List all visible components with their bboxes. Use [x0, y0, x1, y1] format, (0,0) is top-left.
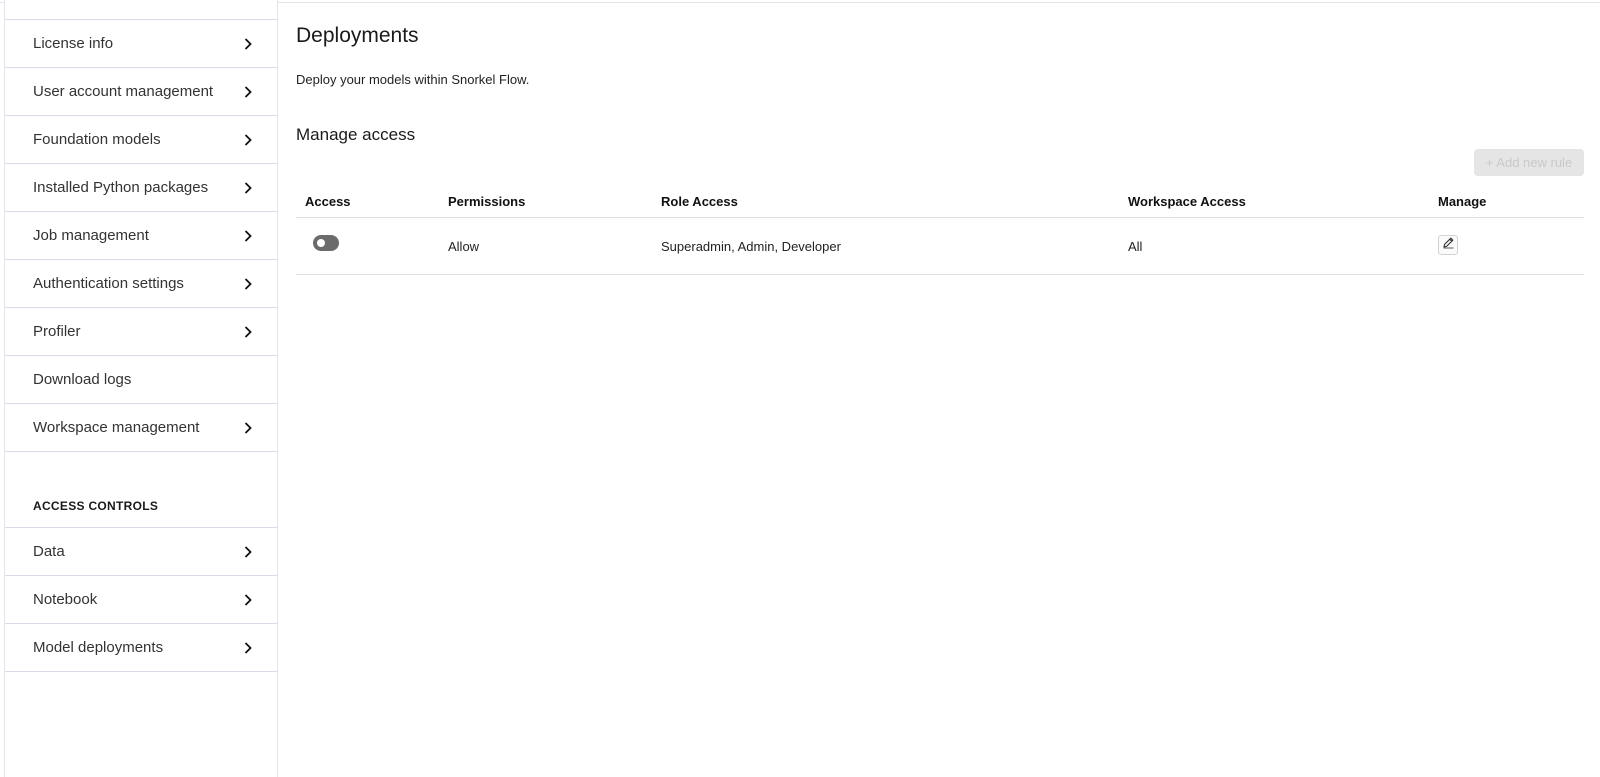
column-header-role-access[interactable]: Role Access [661, 194, 738, 209]
page-title: Deployments [296, 24, 419, 47]
sidebar-item-label: Notebook [33, 591, 98, 608]
sidebar-item-user-account-management[interactable]: User account management [5, 68, 277, 116]
sidebar-item-license-info[interactable]: License info [5, 20, 277, 68]
sidebar-section-title: ACCESS CONTROLS [5, 498, 277, 528]
chevron-right-icon [241, 593, 255, 607]
sidebar-item-profiler[interactable]: Profiler [5, 308, 277, 356]
sidebar-item-label: Profiler [33, 323, 81, 340]
chevron-right-icon [241, 37, 255, 51]
column-header-workspace-access[interactable]: Workspace Access [1128, 194, 1246, 209]
pencil-icon [1442, 236, 1455, 254]
table-header: Access Permissions Role Access Workspace… [296, 186, 1584, 218]
sidebar-item-foundation-models[interactable]: Foundation models [5, 116, 277, 164]
column-header-permissions[interactable]: Permissions [448, 194, 525, 209]
chevron-right-icon [241, 277, 255, 291]
chevron-right-icon [241, 85, 255, 99]
chevron-right-icon [241, 133, 255, 147]
permissions-cell: Allow [448, 239, 480, 254]
page-description: Deploy your models within Snorkel Flow. [296, 72, 530, 87]
chevron-right-icon [241, 325, 255, 339]
chevron-right-icon [241, 641, 255, 655]
sidebar-item-label: Download logs [33, 371, 132, 388]
sidebar-item-authentication-settings[interactable]: Authentication settings [5, 260, 277, 308]
toggle-knob [317, 239, 325, 247]
table-row: Allow Superadmin, Admin, Developer All [296, 218, 1584, 275]
sidebar-item-data[interactable]: Data [5, 528, 277, 576]
sidebar-top-spacer [5, 0, 277, 20]
sidebar-item-label: License info [33, 35, 114, 52]
section-title: Manage access [296, 125, 416, 144]
sidebar-item-label: Authentication settings [33, 275, 184, 292]
edit-rule-button[interactable] [1438, 235, 1458, 255]
access-rules-table: Access Permissions Role Access Workspace… [296, 186, 1584, 275]
sidebar-item-label: Job management [33, 227, 149, 244]
column-header-manage: Manage [1438, 194, 1487, 209]
chevron-right-icon [241, 229, 255, 243]
sidebar-item-notebook[interactable]: Notebook [5, 576, 277, 624]
sidebar-item-installed-python-packages[interactable]: Installed Python packages [5, 164, 277, 212]
chevron-right-icon [241, 181, 255, 195]
sidebar-item-download-logs[interactable]: Download logs [5, 356, 277, 404]
access-toggle[interactable] [313, 235, 339, 251]
chevron-right-icon [241, 421, 255, 435]
sidebar-item-label: Model deployments [33, 639, 164, 656]
chevron-right-icon [241, 545, 255, 559]
workspace-access-cell: All [1128, 239, 1143, 254]
sidebar-item-label: Data [33, 543, 65, 560]
column-header-access[interactable]: Access [305, 194, 351, 209]
sidebar-item-label: Workspace management [33, 419, 200, 436]
sidebar-item-job-management[interactable]: Job management [5, 212, 277, 260]
sidebar-item-label: Installed Python packages [33, 179, 209, 196]
settings-sidebar: License info User account management Fou… [4, 0, 278, 777]
add-new-rule-button[interactable]: + Add new rule [1474, 149, 1584, 176]
sidebar-item-model-deployments[interactable]: Model deployments [5, 624, 277, 672]
role-access-cell: Superadmin, Admin, Developer [661, 239, 841, 254]
sidebar-item-label: Foundation models [33, 131, 161, 148]
sidebar-item-workspace-management[interactable]: Workspace management [5, 404, 277, 452]
sidebar-item-label: User account management [33, 83, 214, 100]
